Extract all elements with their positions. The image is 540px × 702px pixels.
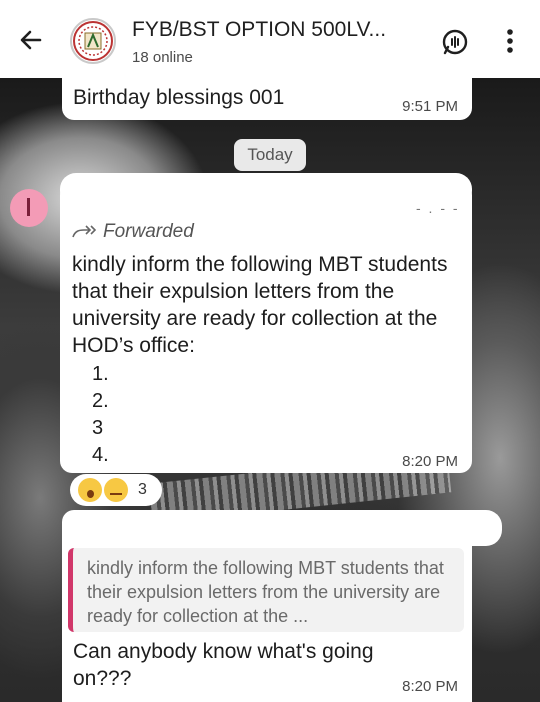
message-time: 8:20 PM: [402, 678, 458, 695]
forwarded-label: Forwarded: [71, 221, 194, 243]
list-item: 1.: [92, 363, 109, 385]
grimacing-face-icon: [104, 478, 128, 502]
forwarded-text: Forwarded: [103, 221, 194, 242]
message-text: Birthday blessings 001: [73, 86, 285, 109]
message-text: kindly inform the following MBT students…: [72, 253, 448, 357]
forward-icon: [72, 225, 97, 238]
message-time: 9:51 PM: [402, 98, 458, 115]
reactions-pill[interactable]: 3: [70, 474, 162, 506]
list-item: 2.: [92, 390, 109, 412]
reaction-count: 3: [138, 481, 147, 498]
arrow-left-icon[interactable]: [18, 27, 44, 53]
redacted-sender-name: [60, 173, 472, 207]
more-vertical-icon[interactable]: [500, 26, 520, 56]
redacted-sender-name: [62, 510, 502, 546]
date-divider: Today: [234, 139, 306, 171]
redacted-phone: - . - -: [416, 200, 460, 216]
quoted-message[interactable]: kindly inform the following MBT students…: [68, 548, 464, 632]
message-text: Can anybody know what's going on???: [73, 640, 374, 690]
message-bubble[interactable]: Birthday blessings 001 9:51 PM: [62, 70, 472, 120]
chat-title[interactable]: FYB/BST OPTION 500LV...: [132, 18, 386, 42]
list-item: 4.: [92, 444, 109, 466]
online-count: 18 online: [132, 49, 193, 66]
reply-message-bubble[interactable]: kindly inform the following MBT students…: [62, 510, 502, 702]
voice-call-icon[interactable]: [441, 28, 469, 56]
group-avatar[interactable]: [70, 18, 116, 64]
surprised-face-icon: [78, 478, 102, 502]
sender-avatar[interactable]: [10, 189, 48, 227]
forwarded-message-bubble[interactable]: - . - - Forwarded kindly inform the foll…: [60, 173, 472, 473]
message-time: 8:20 PM: [402, 453, 458, 470]
list-item: 3: [92, 417, 104, 439]
student-list: 1. 2. 3 4.: [92, 361, 109, 469]
chat-header: FYB/BST OPTION 500LV... 18 online: [0, 0, 540, 78]
quoted-text: kindly inform the following MBT students…: [87, 558, 444, 626]
